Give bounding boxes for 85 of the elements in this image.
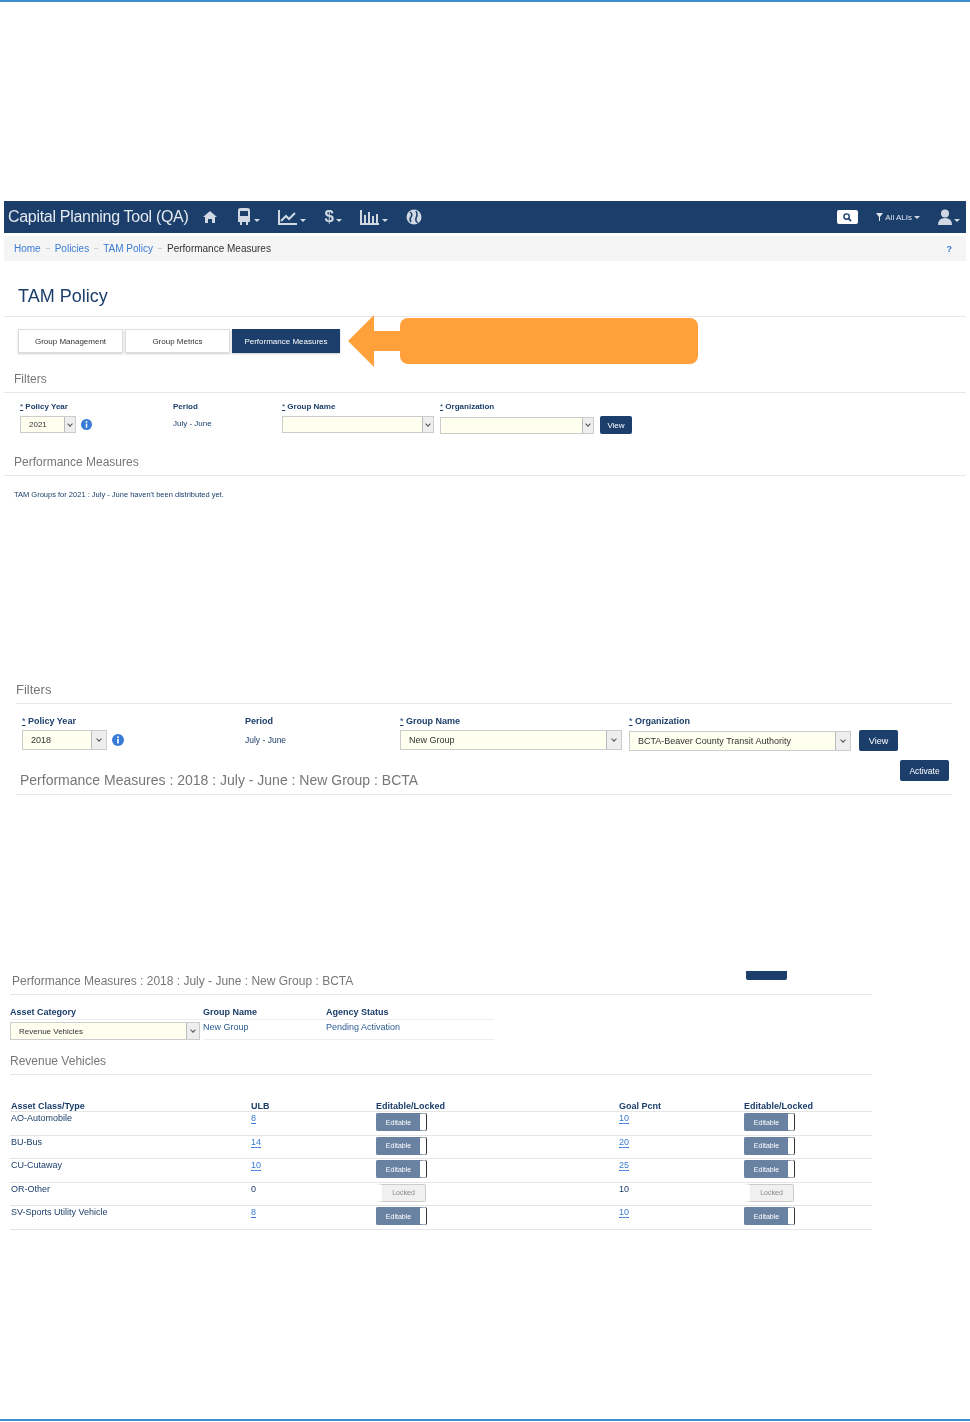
- view-button[interactable]: View: [600, 416, 632, 434]
- table-cell-text: AO-Automobile: [10, 1112, 74, 1125]
- editable-value-link[interactable]: 10: [251, 1160, 261, 1171]
- dollar-icon: $: [324, 207, 334, 227]
- column-header: Editable/Locked: [376, 1100, 447, 1111]
- field-label: * Group Name: [400, 716, 462, 726]
- section-heading: Performance Measures : 2018 : July - June : New Group : BCTA: [20, 772, 420, 788]
- editable-value-link[interactable]: 20: [619, 1136, 629, 1148]
- editable-value-link[interactable]: 14: [251, 1136, 261, 1148]
- tab[interactable]: Group Metrics: [125, 329, 230, 353]
- editable-value-link[interactable]: 25: [619, 1160, 629, 1171]
- column-header: Asset Class/Type: [10, 1100, 86, 1111]
- activate-button[interactable]: Activate: [900, 760, 949, 781]
- policy-year-select[interactable]: 2021: [20, 416, 76, 433]
- column-header: ULB: [251, 1100, 271, 1111]
- policy-year-select[interactable]: 2018: [22, 730, 107, 750]
- search-button[interactable]: [837, 210, 859, 224]
- breadcrumb-link[interactable]: Policies: [54, 243, 90, 254]
- section-heading: Filters: [14, 372, 48, 386]
- organization-select[interactable]: BCTA-Beaver County Transit Authority: [629, 730, 851, 751]
- agency-status-value: Pending Activation: [326, 1022, 402, 1032]
- dollar-menu-button[interactable]: $: [324, 207, 342, 227]
- period-value: July - June: [173, 419, 213, 428]
- caret-icon: [335, 218, 342, 222]
- field-label: Asset Category: [10, 1007, 203, 1020]
- editable-value-link[interactable]: 10: [619, 1113, 629, 1124]
- field-label: * Group Name: [282, 402, 337, 411]
- field-label: * Organization: [629, 716, 692, 726]
- bus-icon: [236, 208, 253, 226]
- caret-icon: [254, 218, 261, 222]
- caret-icon: [381, 218, 388, 222]
- info-icon[interactable]: [81, 419, 92, 430]
- field-label: Period: [173, 402, 199, 411]
- bars-menu-button[interactable]: [359, 207, 388, 227]
- home-icon: [202, 210, 219, 224]
- table-cell-text: SV-Sports Utility Vehicle: [10, 1206, 109, 1219]
- editable-value-link[interactable]: 10: [619, 1207, 629, 1218]
- field-label: Period: [245, 716, 274, 726]
- breadcrumb-link[interactable]: TAM Policy: [103, 243, 153, 254]
- asset-category-select[interactable]: Revenue Vehicles: [10, 1022, 200, 1040]
- field-label: Group Name: [203, 1007, 326, 1020]
- search-icon: [843, 212, 853, 222]
- app-title[interactable]: Capital Planning Tool (QA): [8, 208, 189, 226]
- section-heading: Revenue Vehicles: [10, 1054, 108, 1068]
- table-cell: 0: [251, 1183, 256, 1194]
- column-header: Goal Pcnt: [619, 1100, 662, 1111]
- field-label: * Policy Year: [20, 402, 69, 411]
- field-label: Agency Status: [326, 1007, 494, 1020]
- breadcrumb-current: Performance Measures: [167, 243, 271, 254]
- tab[interactable]: Group Management: [18, 329, 123, 353]
- globe-icon: [405, 209, 422, 225]
- period-value: July - June: [245, 735, 288, 745]
- editable-value-link[interactable]: 8: [251, 1207, 256, 1218]
- filter-menu-button[interactable]: All ALIs: [876, 212, 920, 222]
- section-heading: Performance Measures : 2018 : July - June : New Group : BCTA: [12, 974, 354, 988]
- section-heading: Filters: [16, 682, 53, 697]
- table-cell-text: BU-Bus: [10, 1135, 43, 1149]
- field-label: * Policy Year: [22, 716, 77, 726]
- field-label: * Organization: [440, 402, 496, 411]
- bus-menu-button[interactable]: [236, 207, 261, 227]
- caret-icon: [954, 218, 960, 222]
- breadcrumb-link[interactable]: Home: [14, 243, 41, 254]
- section-heading: Performance Measures: [14, 455, 140, 469]
- callout-arrow: [348, 315, 400, 367]
- page-title: TAM Policy: [18, 286, 109, 307]
- tab[interactable]: Performance Measures: [232, 329, 340, 353]
- table-cell-text: OR-Other: [10, 1182, 51, 1196]
- globe-menu-button[interactable]: [405, 207, 422, 227]
- editable-value-link[interactable]: 8: [251, 1113, 256, 1124]
- line-chart-icon: [278, 209, 299, 225]
- column-header: Editable/Locked: [744, 1100, 815, 1111]
- help-link[interactable]: ?: [946, 243, 952, 254]
- group-name-select[interactable]: New Group: [400, 730, 622, 750]
- user-icon: [938, 209, 952, 225]
- table-cell-text: CU-Cutaway: [10, 1159, 63, 1172]
- info-icon[interactable]: [112, 734, 124, 746]
- user-menu-button[interactable]: [938, 207, 960, 227]
- table-cell: 10: [619, 1183, 629, 1194]
- caret-icon: [300, 218, 307, 222]
- chart-menu-button[interactable]: [278, 207, 307, 227]
- caret-icon: [914, 216, 920, 219]
- view-button[interactable]: View: [859, 730, 898, 751]
- group-name-value: New Group: [203, 1022, 250, 1032]
- filter-icon: [876, 213, 884, 221]
- bar-chart-icon: [359, 209, 380, 225]
